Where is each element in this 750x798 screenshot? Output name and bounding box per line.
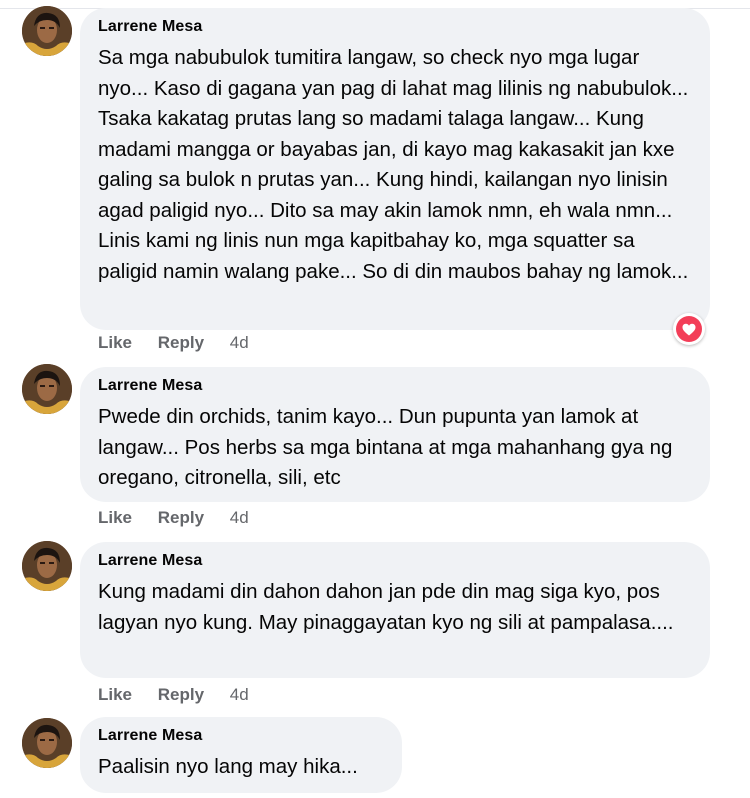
comment-text: Kung madami din dahon dahon jan pde din … [98,580,674,634]
avatar[interactable] [22,6,72,56]
comment-timestamp[interactable]: 4d [230,685,249,705]
reply-button[interactable]: Reply [158,685,204,705]
comment-bubble: Larrene Mesa Sa mga nabubulok tumitira l… [80,8,710,330]
reply-button[interactable]: Reply [158,508,204,528]
like-button[interactable]: Like [98,333,132,353]
comment-bubble: Larrene Mesa Pwede din orchids, tanim ka… [80,367,710,502]
comment-timestamp[interactable]: 4d [230,333,249,353]
comment-text: Sa mga nabubulok tumitira langaw, so che… [98,46,689,283]
comment-bubble: Larrene Mesa Kung madami din dahon dahon… [80,542,710,678]
love-reaction-icon [676,316,702,342]
comment-text: Pwede din orchids, tanim kayo... Dun pup… [98,405,673,489]
comment-actions: Like Reply 4d [98,508,249,528]
comment-actions: Like Reply 4d [98,333,249,353]
comment-text: Paalisin nyo lang may hika... [98,755,358,778]
like-button[interactable]: Like [98,685,132,705]
like-button[interactable]: Like [98,508,132,528]
comment-actions: Like Reply 4d [98,685,249,705]
reaction-badge[interactable] [673,313,705,345]
comment-bubble: Larrene Mesa Paalisin nyo lang may hika.… [80,717,402,793]
comment-author-name[interactable]: Larrene Mesa [98,376,692,396]
comment-author-name[interactable]: Larrene Mesa [98,551,692,571]
avatar[interactable] [22,364,72,414]
comment-author-name[interactable]: Larrene Mesa [98,17,692,37]
reply-button[interactable]: Reply [158,333,204,353]
comment-author-name[interactable]: Larrene Mesa [98,726,384,746]
avatar[interactable] [22,541,72,591]
avatar[interactable] [22,718,72,768]
comment-timestamp[interactable]: 4d [230,508,249,528]
